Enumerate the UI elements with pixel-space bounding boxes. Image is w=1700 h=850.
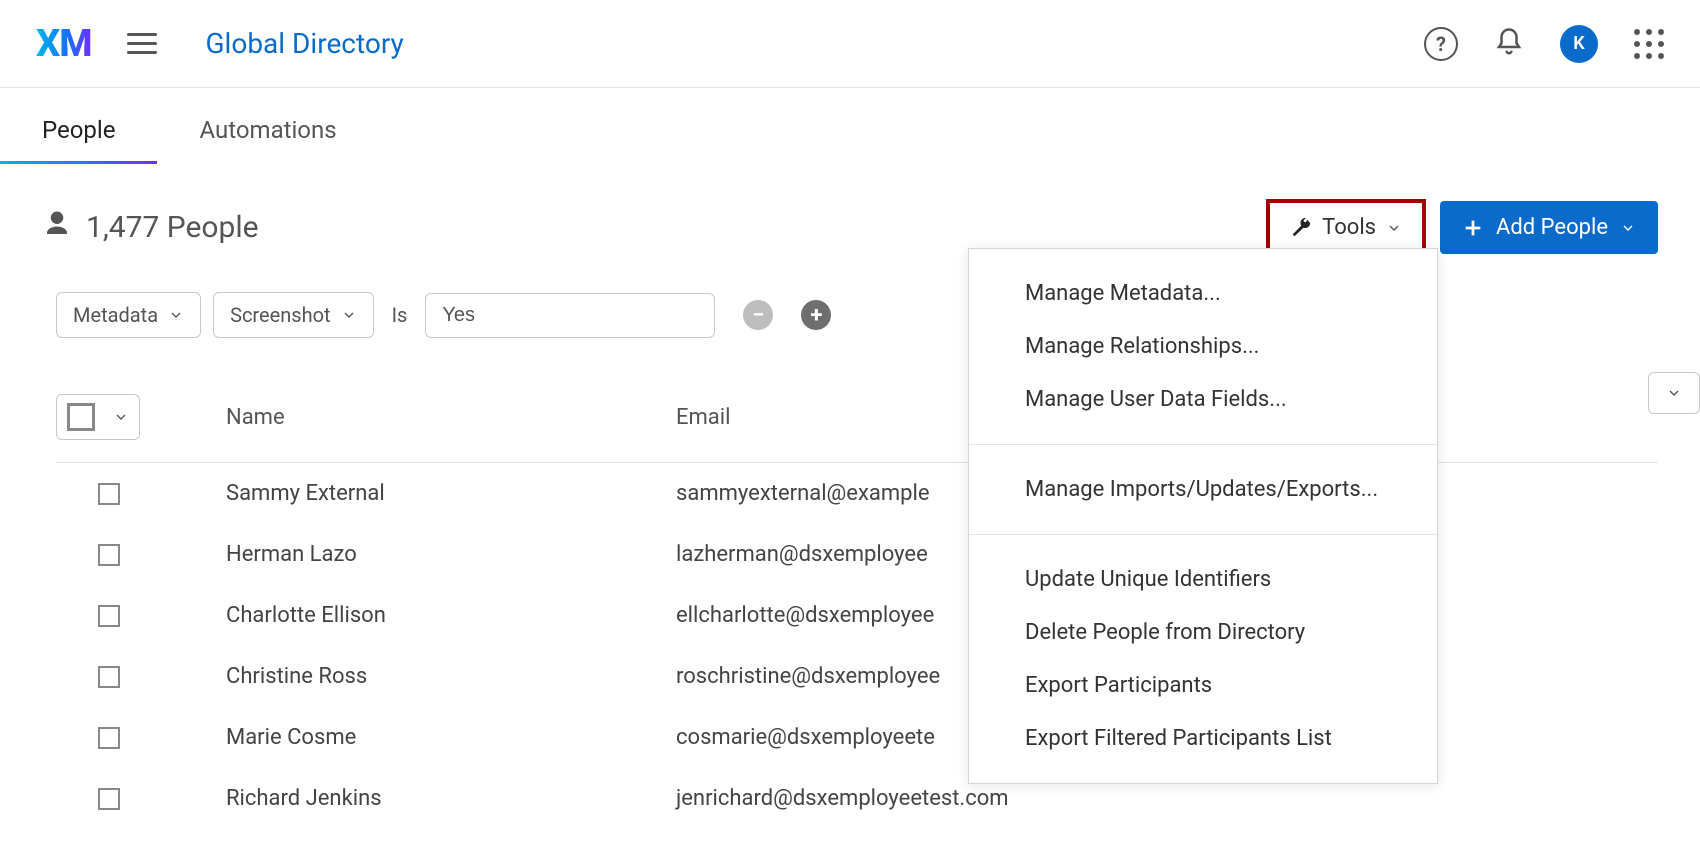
filter-field[interactable]: Metadata [56,292,201,338]
tools-label: Tools [1322,215,1376,240]
tools-menu-item[interactable]: Export Participants [969,659,1437,712]
header-checkbox-cell [56,394,226,440]
chevron-down-icon [1386,220,1402,236]
apps-icon[interactable] [1634,29,1664,59]
row-checkbox-cell [56,788,226,810]
row-name: Marie Cosme [226,725,676,750]
filter-field-label: Metadata [73,303,158,327]
row-checkbox[interactable] [98,483,120,505]
column-header-name[interactable]: Name [226,405,676,430]
tools-menu-item[interactable]: Export Filtered Participants List [969,712,1437,765]
app-logo[interactable]: XM [36,22,91,66]
action-row: 1,477 People Tools Add People [0,163,1700,268]
person-icon [42,209,72,247]
tools-menu-item[interactable]: Manage Relationships... [969,320,1437,373]
chevron-down-icon [341,307,357,323]
tabs: People Automations [0,88,1700,163]
select-all-control[interactable] [56,394,140,440]
filter-operator: Is [386,303,414,327]
row-checkbox[interactable] [98,544,120,566]
row-checkbox-cell [56,727,226,749]
row-name: Richard Jenkins [226,786,676,811]
chevron-down-icon [113,409,129,425]
tools-menu-section: Update Unique IdentifiersDelete People f… [969,535,1437,783]
add-people-button[interactable]: Add People [1440,201,1658,254]
app-header: XM Global Directory ? K [0,0,1700,88]
page-title[interactable]: Global Directory [205,27,403,60]
filter-subfield[interactable]: Screenshot [213,292,373,338]
chevron-down-icon [168,307,184,323]
people-count-label: 1,477 People [86,210,259,245]
tab-people[interactable]: People [42,88,115,162]
add-filter-button[interactable]: + [801,300,831,330]
column-picker-button[interactable] [1648,372,1700,414]
people-table: Name Email Sammy Externalsammyexternal@e… [0,362,1700,829]
chevron-down-icon [1666,385,1682,401]
menu-icon[interactable] [127,29,157,59]
avatar[interactable]: K [1560,25,1598,63]
row-checkbox[interactable] [98,605,120,627]
row-checkbox-cell [56,605,226,627]
row-checkbox[interactable] [98,788,120,810]
tools-menu-item[interactable]: Delete People from Directory [969,606,1437,659]
help-icon[interactable]: ? [1424,27,1458,61]
row-name: Herman Lazo [226,542,676,567]
tools-menu-item[interactable]: Manage Metadata... [969,267,1437,320]
tools-menu-item[interactable]: Update Unique Identifiers [969,553,1437,606]
row-name: Sammy External [226,481,676,506]
wrench-icon [1290,217,1312,239]
row-checkbox-cell [56,544,226,566]
remove-filter-button[interactable]: − [743,300,773,330]
notifications-icon[interactable] [1494,27,1524,61]
row-name: Charlotte Ellison [226,603,676,628]
chevron-down-icon [1620,220,1636,236]
row-email: jenrichard@dsxemployeetest.com [676,786,1658,811]
tab-automations[interactable]: Automations [199,88,336,162]
filter-subfield-label: Screenshot [230,303,330,327]
add-people-label: Add People [1496,215,1608,240]
row-name: Christine Ross [226,664,676,689]
plus-icon [1462,217,1484,239]
row-checkbox-cell [56,666,226,688]
tools-menu-item[interactable]: Manage User Data Fields... [969,373,1437,426]
row-checkbox-cell [56,483,226,505]
tools-menu-section: Manage Imports/Updates/Exports... [969,445,1437,535]
tools-menu-item[interactable]: Manage Imports/Updates/Exports... [969,463,1437,516]
filter-value-input[interactable] [425,293,715,338]
row-checkbox[interactable] [98,727,120,749]
tools-dropdown: Manage Metadata...Manage Relationships..… [968,248,1438,784]
tools-menu-section: Manage Metadata...Manage Relationships..… [969,249,1437,445]
people-count: 1,477 People [42,209,259,247]
row-checkbox[interactable] [98,666,120,688]
filter-row: Metadata Screenshot Is − + [0,268,1700,362]
header-right: ? K [1424,25,1664,63]
select-all-checkbox[interactable] [67,403,95,431]
